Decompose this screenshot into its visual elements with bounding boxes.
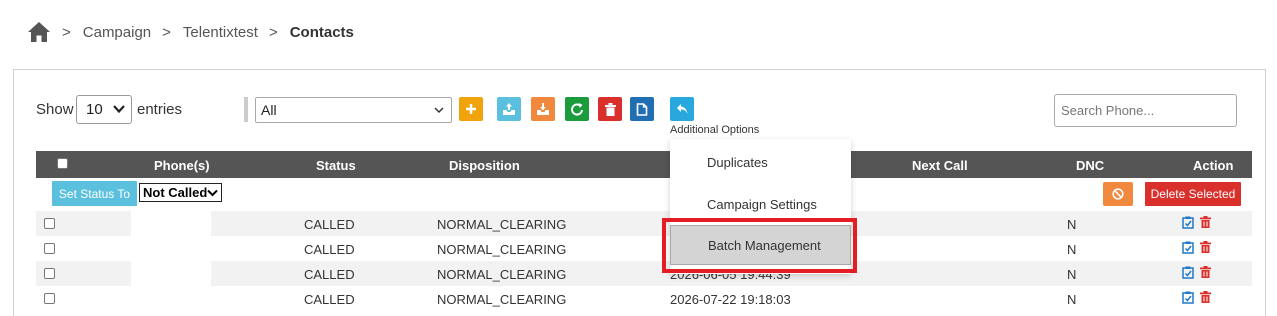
highlight-box: [662, 218, 857, 273]
header-status[interactable]: Status: [316, 158, 356, 173]
edit-icon[interactable]: [1182, 266, 1194, 279]
copy-button[interactable]: [630, 97, 654, 121]
show-label: Show: [36, 101, 74, 118]
plus-icon: [466, 104, 476, 114]
divider: [244, 97, 248, 122]
chevron-down-icon: [113, 105, 125, 114]
dnc-cell: N: [1067, 242, 1077, 257]
row-checkbox[interactable]: [44, 243, 55, 254]
breadcrumb-separator: >: [268, 23, 278, 41]
row-checkbox[interactable]: [44, 218, 55, 229]
table-row: CALLED NORMAL_CLEARING N: [36, 211, 1252, 236]
breadcrumb-campaign[interactable]: Campaign: [83, 24, 151, 41]
refresh-icon: [571, 103, 583, 116]
disposition-cell: NORMAL_CLEARING: [437, 242, 567, 257]
trash-icon: [604, 102, 616, 116]
home-icon[interactable]: [27, 21, 51, 43]
header-next-call[interactable]: Next Call: [912, 158, 968, 173]
entries-length-value: 10: [86, 101, 103, 118]
phone-cell: [131, 211, 211, 236]
status-cell: CALLED: [304, 292, 355, 307]
document-icon: [636, 102, 648, 116]
menu-header: Additional Options: [670, 124, 760, 136]
breadcrumb-campaign-name[interactable]: Telentixtest: [183, 24, 258, 41]
edit-icon[interactable]: [1182, 291, 1194, 304]
disposition-cell: NORMAL_CLEARING: [437, 292, 567, 307]
header-action: Action: [1193, 158, 1234, 173]
download-icon: [537, 103, 549, 115]
add-button[interactable]: [459, 97, 483, 121]
phone-cell: [131, 286, 211, 311]
phone-cell: [131, 236, 211, 261]
search-placeholder: Search Phone...: [1061, 103, 1155, 118]
trash-icon[interactable]: [1200, 266, 1211, 278]
menu-item-duplicates[interactable]: Duplicates: [670, 142, 851, 182]
row-checkbox[interactable]: [44, 268, 55, 279]
trash-icon[interactable]: [1200, 291, 1211, 303]
trash-icon[interactable]: [1200, 241, 1211, 253]
table-row: CALLED NORMAL_CLEARING 2026-07-22 19:18:…: [36, 286, 1252, 311]
dnc-cell: N: [1067, 217, 1077, 232]
row-checkbox[interactable]: [44, 293, 55, 304]
breadcrumb: > Campaign > Telentixtest > Contacts: [27, 20, 354, 44]
status-cell: CALLED: [304, 267, 355, 282]
entries-length-select[interactable]: 10: [76, 95, 132, 124]
set-status-button[interactable]: Set Status To: [52, 181, 137, 206]
block-icon: [1112, 188, 1124, 200]
search-input[interactable]: Search Phone...: [1054, 94, 1237, 127]
dnc-cell: N: [1067, 292, 1077, 307]
import-button[interactable]: [497, 97, 521, 121]
chevron-down-icon: [207, 189, 218, 197]
filter-select[interactable]: All: [255, 97, 452, 123]
dnc-block-button[interactable]: [1103, 182, 1133, 206]
status-select[interactable]: Not Called: [139, 183, 222, 202]
status-cell: CALLED: [304, 217, 355, 232]
dnc-cell: N: [1067, 267, 1077, 282]
table-row: CALLED NORMAL_CLEARING 2026-06-05 19:44:…: [36, 261, 1252, 286]
header-dnc[interactable]: DNC: [1076, 158, 1104, 173]
edit-icon[interactable]: [1182, 216, 1194, 229]
phone-cell: [131, 261, 211, 286]
table-header: Phone(s) Status Disposition Next Call DN…: [36, 151, 1252, 178]
upload-icon: [503, 103, 515, 115]
refresh-button[interactable]: [565, 97, 589, 121]
breadcrumb-current: Contacts: [289, 23, 354, 41]
status-select-value: Not Called: [143, 185, 208, 200]
export-button[interactable]: [531, 97, 555, 121]
additional-options-button[interactable]: [670, 97, 694, 121]
edit-icon[interactable]: [1182, 241, 1194, 254]
status-cell: CALLED: [304, 242, 355, 257]
select-all-checkbox[interactable]: [57, 158, 68, 169]
breadcrumb-separator: >: [62, 23, 71, 41]
chevron-down-icon: [434, 107, 444, 114]
disposition-cell: NORMAL_CLEARING: [437, 267, 567, 282]
delete-selected-button[interactable]: Delete Selected: [1145, 182, 1241, 206]
reply-icon: [676, 104, 687, 114]
filter-value: All: [261, 102, 277, 118]
next-call-cell: 2026-07-22 19:18:03: [670, 292, 791, 307]
table-row: CALLED NORMAL_CLEARING N: [36, 236, 1252, 261]
breadcrumb-separator: >: [162, 23, 171, 41]
header-phone[interactable]: Phone(s): [154, 158, 210, 173]
trash-icon[interactable]: [1200, 216, 1211, 228]
header-disposition[interactable]: Disposition: [449, 158, 520, 173]
entries-label: entries: [137, 101, 183, 118]
delete-button[interactable]: [598, 97, 622, 121]
disposition-cell: NORMAL_CLEARING: [437, 217, 567, 232]
